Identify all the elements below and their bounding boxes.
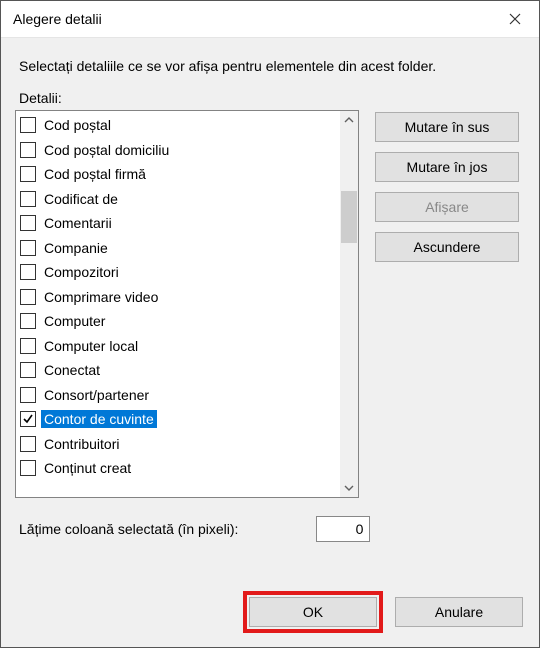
hide-button[interactable]: Ascundere (375, 232, 519, 262)
list-item[interactable]: Companie (16, 236, 340, 261)
column-width-label: Lățime coloană selectată (în pixeli): (19, 521, 238, 537)
checkbox[interactable] (20, 191, 36, 207)
list-item[interactable]: Cod poștal firmă (16, 162, 340, 187)
list-item-label: Cod poștal firmă (41, 165, 149, 183)
list-item[interactable]: Cod poștal (16, 113, 340, 138)
checkbox[interactable] (20, 436, 36, 452)
show-button[interactable]: Afișare (375, 192, 519, 222)
checkbox[interactable] (20, 264, 36, 280)
list-item-label: Contribuitori (41, 435, 122, 453)
list-item[interactable]: Comprimare video (16, 285, 340, 310)
checkbox[interactable] (20, 166, 36, 182)
footer-buttons: OK Anulare (243, 591, 523, 633)
checkbox[interactable] (20, 289, 36, 305)
ok-button[interactable]: OK (249, 597, 377, 627)
checkbox[interactable] (20, 240, 36, 256)
list-item[interactable]: Computer (16, 309, 340, 334)
chevron-down-icon (344, 483, 354, 493)
scroll-down-button[interactable] (340, 479, 358, 497)
checkbox[interactable] (20, 215, 36, 231)
scroll-track[interactable] (340, 129, 358, 479)
scroll-thumb[interactable] (341, 191, 357, 243)
close-icon (509, 13, 521, 25)
close-button[interactable] (491, 1, 539, 38)
list-inner: Cod poștal Cod poștal domiciliu Cod poștal… (16, 111, 340, 497)
scrollbar[interactable] (340, 111, 358, 497)
list-item-label: Compozitori (41, 263, 122, 281)
column-width-input[interactable] (316, 516, 370, 542)
checkbox[interactable] (20, 411, 36, 427)
width-row: Lățime coloană selectată (în pixeli): (19, 516, 525, 542)
details-listbox[interactable]: Cod poștal Cod poștal domiciliu Cod poștal… (15, 110, 359, 498)
checkbox[interactable] (20, 387, 36, 403)
list-item-label: Codificat de (41, 190, 121, 208)
list-item[interactable]: Comentarii (16, 211, 340, 236)
check-icon (22, 413, 34, 425)
list-item-label: Comprimare video (41, 288, 161, 306)
list-item[interactable]: Conținut creat (16, 456, 340, 481)
checkbox[interactable] (20, 338, 36, 354)
ok-highlight: OK (243, 591, 383, 633)
list-item-label: Conținut creat (41, 459, 134, 477)
list-item-label: Consort/partener (41, 386, 152, 404)
instruction-text: Selectați detaliile ce se vor afișa pent… (19, 58, 521, 74)
dialog-window: Alegere detalii Selectați detaliile ce s… (0, 0, 540, 648)
details-label: Detalii: (19, 90, 525, 106)
list-item-label: Cod poștal domiciliu (41, 141, 172, 159)
checkbox[interactable] (20, 313, 36, 329)
list-item-label: Cod poștal (41, 116, 114, 134)
list-item[interactable]: Contor de cuvinte (16, 407, 340, 432)
list-item-label: Contor de cuvinte (41, 410, 157, 428)
checkbox[interactable] (20, 362, 36, 378)
move-down-button[interactable]: Mutare în jos (375, 152, 519, 182)
checkbox[interactable] (20, 142, 36, 158)
chevron-up-icon (344, 115, 354, 125)
side-buttons: Mutare în sus Mutare în jos Afișare Ascu… (375, 112, 519, 262)
list-item-label: Comentarii (41, 214, 115, 232)
list-item[interactable]: Consort/partener (16, 383, 340, 408)
scroll-up-button[interactable] (340, 111, 358, 129)
main-row: Cod poștal Cod poștal domiciliu Cod poștal… (15, 110, 525, 498)
move-up-button[interactable]: Mutare în sus (375, 112, 519, 142)
list-item[interactable]: Conectat (16, 358, 340, 383)
list-item[interactable]: Compozitori (16, 260, 340, 285)
titlebar: Alegere detalii (1, 1, 539, 38)
list-item[interactable]: Codificat de (16, 187, 340, 212)
client-area: Selectați detaliile ce se vor afișa pent… (1, 38, 539, 647)
list-item[interactable]: Contribuitori (16, 432, 340, 457)
list-item-label: Computer local (41, 337, 141, 355)
cancel-button[interactable]: Anulare (395, 597, 523, 627)
list-item-label: Conectat (41, 361, 103, 379)
window-title: Alegere detalii (13, 11, 102, 27)
list-item-label: Computer (41, 312, 108, 330)
list-item[interactable]: Computer local (16, 334, 340, 359)
checkbox[interactable] (20, 117, 36, 133)
list-item-label: Companie (41, 239, 111, 257)
checkbox[interactable] (20, 460, 36, 476)
list-item[interactable]: Cod poștal domiciliu (16, 138, 340, 163)
